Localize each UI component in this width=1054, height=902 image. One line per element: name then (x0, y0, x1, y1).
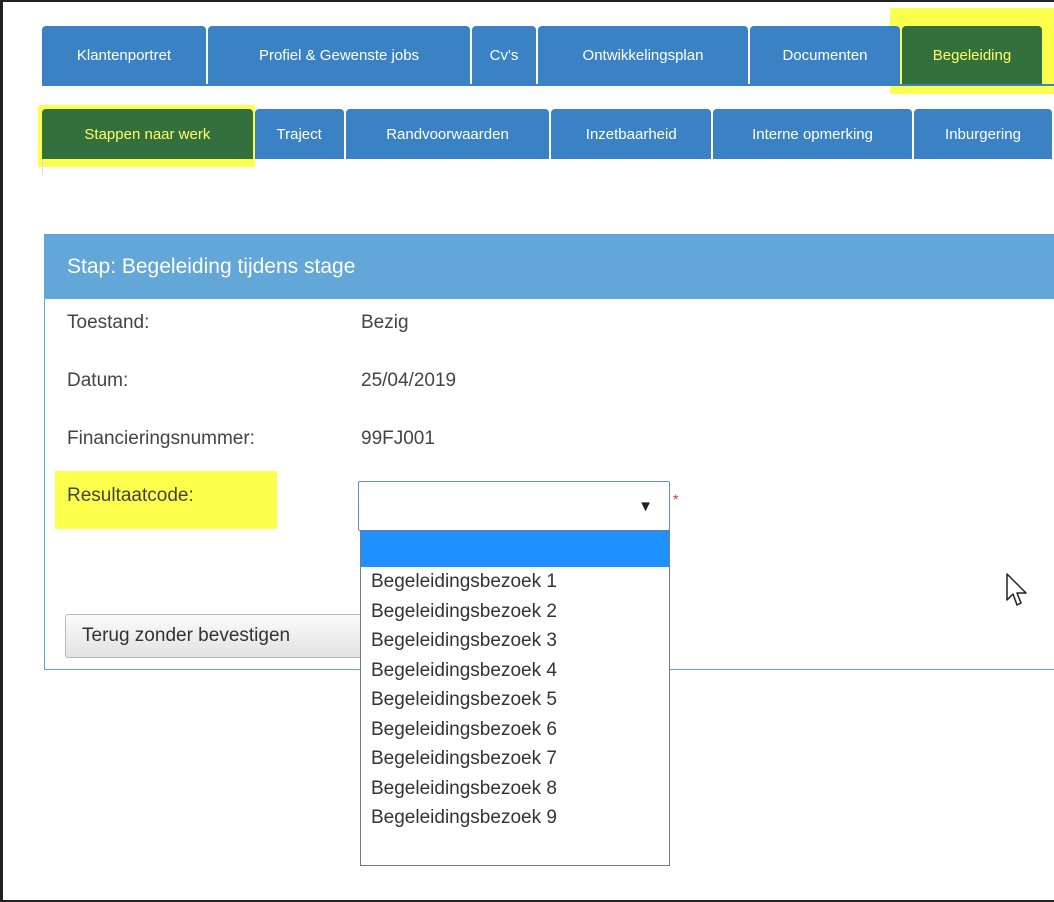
dropdown-option[interactable]: Begeleidingsbezoek 9 (361, 803, 669, 833)
required-marker: * (673, 491, 679, 507)
tab-inburgering[interactable]: Inburgering (914, 109, 1052, 159)
financieringsnummer-value: 99FJ001 (361, 428, 435, 449)
tab-cvs[interactable]: Cv's (472, 26, 536, 84)
resultaatcode-dropdown-list: Begeleidingsbezoek 1 Begeleidingsbezoek … (360, 530, 670, 866)
secondary-tab-bar: Stappen naar werk Traject Randvoorwaarde… (38, 105, 1054, 175)
caret-down-icon[interactable]: ▼ (638, 498, 653, 515)
tab-documenten[interactable]: Documenten (750, 26, 900, 84)
dropdown-option[interactable]: Begeleidingsbezoek 4 (361, 656, 669, 686)
tab-inzetbaarheid[interactable]: Inzetbaarheid (551, 109, 712, 159)
dropdown-option[interactable]: Begeleidingsbezoek 8 (361, 774, 669, 804)
dropdown-option[interactable]: Begeleidingsbezoek 7 (361, 744, 669, 774)
tab-randvoorwaarden[interactable]: Randvoorwaarden (345, 109, 550, 159)
tab-ontwikkelingsplan[interactable]: Ontwikkelingsplan (538, 26, 748, 84)
financieringsnummer-label: Financieringsnummer: (67, 428, 255, 449)
dropdown-option[interactable]: Begeleidingsbezoek 3 (361, 626, 669, 656)
dropdown-option[interactable]: Begeleidingsbezoek 2 (361, 597, 669, 627)
tab-klantenportret[interactable]: Klantenportret (42, 26, 206, 84)
dropdown-option[interactable]: Begeleidingsbezoek 5 (361, 685, 669, 715)
resultaatcode-select[interactable]: ▼ (358, 481, 670, 531)
primary-tab-bar: Klantenportret Profiel & Gewenste jobs C… (42, 8, 1054, 94)
step-title: Stap: Begeleiding tijdens stage (45, 235, 1054, 299)
tab-stappen-naar-werk[interactable]: Stappen naar werk (38, 105, 255, 167)
resultaatcode-label: Resultaatcode: (67, 485, 194, 506)
tab-traject[interactable]: Traject (254, 109, 344, 159)
tab-interne-opmerking[interactable]: Interne opmerking (713, 109, 913, 159)
mouse-pointer-icon (1006, 573, 1027, 606)
tab-begeleiding[interactable]: Begeleiding (890, 8, 1054, 94)
toestand-value: Bezig (361, 312, 409, 333)
back-without-confirm-button[interactable]: Terug zonder bevestigen (65, 614, 385, 658)
dropdown-option[interactable]: Begeleidingsbezoek 6 (361, 715, 669, 745)
datum-value: 25/04/2019 (361, 370, 457, 391)
tab-profiel-gewenste-jobs[interactable]: Profiel & Gewenste jobs (208, 26, 470, 84)
datum-label: Datum: (67, 370, 129, 391)
dropdown-option[interactable]: Begeleidingsbezoek 1 (361, 567, 669, 597)
toestand-label: Toestand: (67, 312, 150, 333)
dropdown-option-empty[interactable] (361, 531, 669, 567)
